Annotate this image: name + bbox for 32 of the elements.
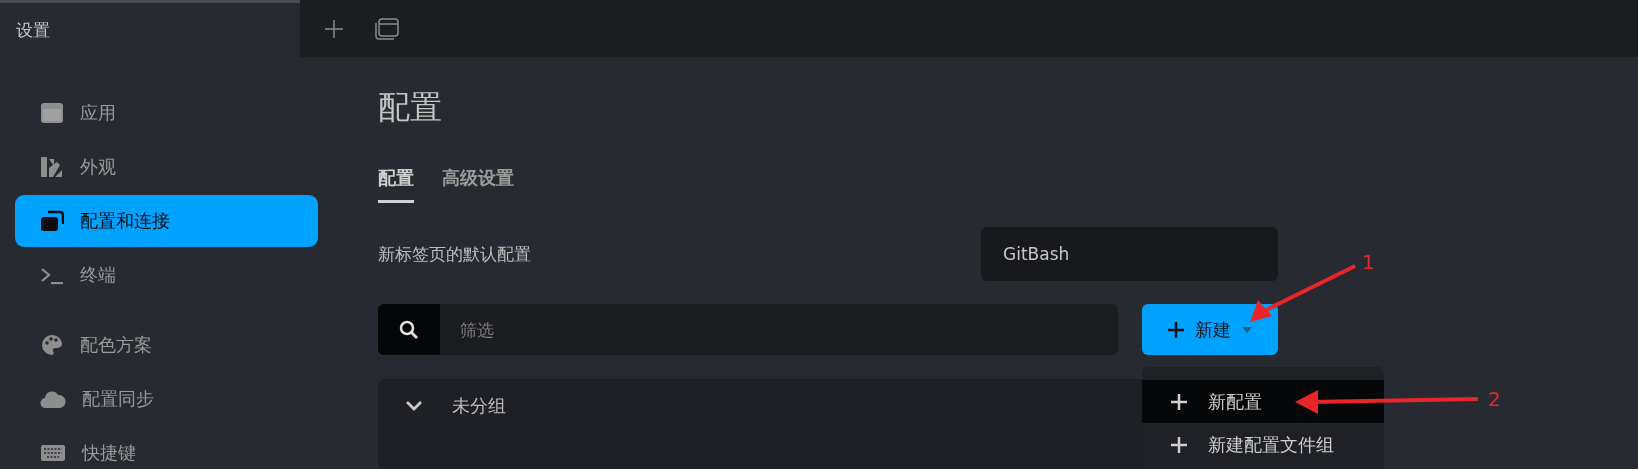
plus-icon [1167, 320, 1185, 339]
plus-icon [1170, 435, 1188, 454]
annotation-number: 2 [1488, 387, 1501, 411]
group-label: 未分组 [452, 394, 506, 418]
page-heading: 配置 [378, 87, 443, 128]
cloud-icon [40, 389, 66, 409]
setting-label: 新标签页的默认配置 [378, 242, 532, 266]
stacked-windows-icon [40, 210, 64, 232]
sidebar-item[interactable]: 配色方案 [15, 319, 318, 371]
default-profile-select[interactable]: GitBash [981, 227, 1278, 281]
sidebar-item[interactable]: 外观 [15, 141, 318, 193]
annotation-number: 1 [1362, 250, 1375, 274]
tab[interactable]: 高级设置 [442, 166, 514, 203]
menu-item[interactable]: 新配置 [1142, 380, 1384, 423]
tab[interactable]: 配置 [378, 166, 414, 203]
windows-icon[interactable] [374, 16, 400, 41]
sidebar-item[interactable]: 配置和连接 [15, 195, 318, 247]
menu-item[interactable]: 新建配置文件组 [1142, 423, 1384, 466]
plus-icon[interactable] [324, 18, 344, 39]
sidebar-item[interactable]: 快捷键 [15, 427, 318, 469]
window-title: 设置 [16, 18, 50, 42]
keyboard-icon [40, 444, 66, 462]
sidebar-item[interactable]: 配置同步 [15, 373, 318, 425]
brush-icon [40, 156, 64, 178]
sidebar-item[interactable]: 应用 [15, 87, 318, 139]
caret-icon [1241, 325, 1253, 334]
sidebar-item[interactable]: 终端 [15, 249, 318, 301]
window-icon [40, 102, 64, 124]
plus-icon [1170, 392, 1188, 411]
search-icon [399, 319, 419, 340]
new-button[interactable]: 新建 [1142, 304, 1278, 355]
palette-icon [40, 334, 64, 356]
